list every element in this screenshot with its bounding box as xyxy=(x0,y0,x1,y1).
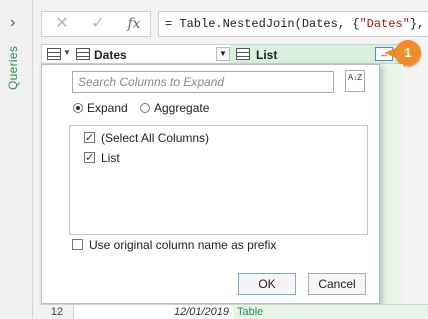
list-column-checkbox[interactable] xyxy=(84,150,95,166)
queries-pane[interactable]: › Queries xyxy=(0,0,33,318)
row-list-cell[interactable]: Table xyxy=(233,305,428,319)
column-header-list-label: List xyxy=(256,48,278,62)
aggregate-radio[interactable] xyxy=(140,103,150,113)
date-type-icon[interactable] xyxy=(76,48,90,60)
table-menu-dropdown-icon[interactable]: ▼ xyxy=(63,48,71,57)
formula-text-string: "Dates" xyxy=(359,17,410,31)
list-column-label: List xyxy=(101,151,120,165)
fx-icon[interactable]: fx xyxy=(122,14,146,34)
prefix-label: Use original column name as prefix xyxy=(89,238,277,252)
expand-columns-dialog: Search Columns to Expand A↓Z Expand Aggr… xyxy=(41,64,380,304)
formula-text-prefix: = Table.NestedJoin(Dates, { xyxy=(165,17,360,31)
cancel-formula-icon[interactable]: ✕ xyxy=(50,14,74,34)
list-item-select-all[interactable]: (Select All Columns) xyxy=(84,130,209,146)
step-callout-badge: 1 xyxy=(395,40,421,66)
prefix-option[interactable]: Use original column name as prefix xyxy=(72,237,276,253)
table-type-icon[interactable] xyxy=(236,48,250,60)
list-column-background xyxy=(380,64,403,304)
cancel-button[interactable]: Cancel xyxy=(308,273,366,295)
expand-queries-chevron-icon[interactable]: › xyxy=(10,14,15,32)
table-row[interactable]: 12 12/01/2019 Table xyxy=(41,304,428,319)
column-header-dates[interactable]: Dates xyxy=(94,48,127,62)
row-date-cell[interactable]: 12/01/2019 xyxy=(101,305,229,319)
prefix-checkbox[interactable] xyxy=(72,239,83,250)
select-all-checkbox[interactable] xyxy=(84,130,95,146)
dates-filter-dropdown-icon[interactable]: ▼ xyxy=(216,47,230,61)
queries-label[interactable]: Queries xyxy=(6,44,20,90)
aggregate-radio-label: Aggregate xyxy=(154,101,210,115)
formula-input[interactable]: = Table.NestedJoin(Dates, {"Dates"}, Li xyxy=(158,11,428,37)
table-menu-icon[interactable] xyxy=(47,48,61,60)
expand-radio-label: Expand xyxy=(87,101,128,115)
expand-radio[interactable] xyxy=(73,103,83,113)
sort-columns-icon[interactable]: A↓Z xyxy=(345,70,365,92)
list-item-list[interactable]: List xyxy=(84,150,120,166)
aggregate-option[interactable]: Aggregate xyxy=(140,101,209,117)
select-all-label: (Select All Columns) xyxy=(101,131,210,145)
commit-formula-icon[interactable]: ✓ xyxy=(86,14,110,34)
table-header: ▼ Dates ▼ List ↔ xyxy=(41,44,403,64)
expand-option[interactable]: Expand xyxy=(73,101,128,117)
ok-button[interactable]: OK xyxy=(238,273,296,295)
formula-bar-buttons: ✕ ✓ fx xyxy=(41,11,151,37)
search-columns-input[interactable]: Search Columns to Expand xyxy=(72,71,334,93)
row-number: 12 xyxy=(41,305,74,319)
formula-text-suffix: }, Li xyxy=(409,17,428,31)
columns-list: (Select All Columns) List xyxy=(69,125,368,235)
